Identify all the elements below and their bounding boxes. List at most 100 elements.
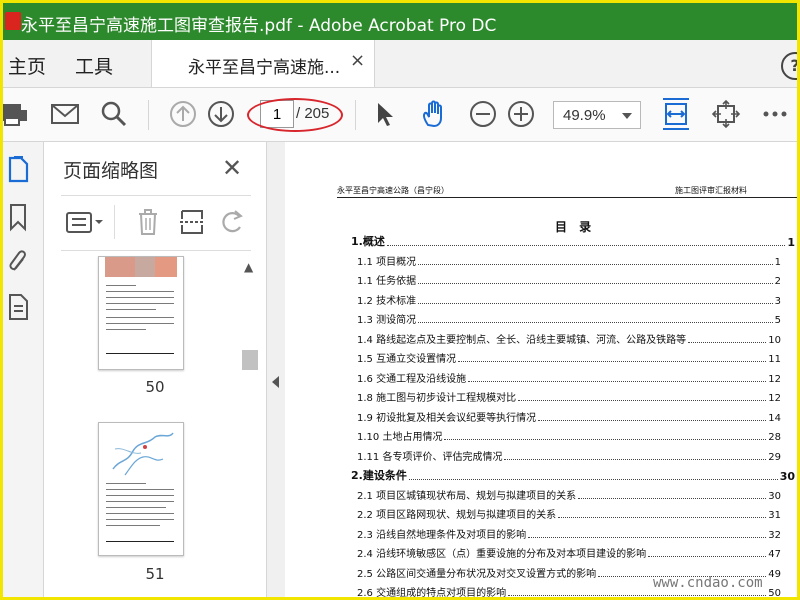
- toc-leader-dots: [578, 497, 767, 499]
- toc-entry-page: 50: [768, 588, 781, 599]
- toc-entry[interactable]: 1.2 技术标准 3: [357, 292, 781, 307]
- page-header-right: 施工图评审汇报材料: [675, 186, 747, 195]
- toc-entry-page: 14: [768, 412, 781, 424]
- toc-entry[interactable]: 1.概述 1: [351, 233, 795, 249]
- toc-entry[interactable]: 2.3 沿线自然地理条件及对项目的影响 32: [357, 526, 781, 541]
- toc-entry[interactable]: 1.8 施工图与初步设计工程规模对比 12: [357, 389, 781, 404]
- toc-entry[interactable]: 1.1 任务依据 2: [357, 272, 781, 287]
- more-options-icon[interactable]: [760, 99, 790, 129]
- toc-entry-title: 1.11 各专项评价、评估完成情况: [357, 451, 503, 463]
- toc-entry-page: 32: [768, 529, 781, 541]
- delete-pages-icon[interactable]: [135, 207, 161, 237]
- collapse-arrow-icon[interactable]: [272, 376, 279, 388]
- document-properties-icon[interactable]: [6, 292, 30, 322]
- toc-entry[interactable]: 2.建设条件 30: [351, 467, 795, 483]
- toc-leader-dots: [418, 283, 773, 284]
- email-icon[interactable]: [50, 99, 80, 129]
- thumbnail-page-number: 51: [145, 565, 165, 583]
- toc-entry[interactable]: 1.3 测设简况 5: [357, 311, 781, 326]
- toc-entry-page: 12: [768, 393, 781, 404]
- zoom-in-icon[interactable]: [506, 99, 536, 129]
- toc-entry[interactable]: 1.4 路线起迄点及主要控制点、全长、沿线主要城镇、河流、公路及铁路等 10: [357, 331, 781, 346]
- fit-width-icon[interactable]: [660, 97, 692, 131]
- toc-entry-title: 2.1 项目区城镇现状布局、规划与拟建项目的关系: [357, 490, 577, 502]
- scroll-up-icon[interactable]: ▲: [244, 260, 253, 274]
- toc-entry-page: 29: [768, 451, 781, 463]
- toc-entry[interactable]: 1.1 项目概况 1: [357, 253, 781, 268]
- bookmarks-icon[interactable]: [6, 202, 30, 232]
- page-thumbnails-icon[interactable]: [6, 155, 30, 185]
- help-icon[interactable]: ?: [781, 52, 797, 80]
- zoom-out-icon[interactable]: [468, 99, 498, 129]
- hand-tool-icon[interactable]: [419, 99, 449, 129]
- tab-tools[interactable]: 工具: [75, 52, 113, 79]
- toc-leader-dots: [648, 556, 767, 557]
- toc-entry-title: 1.1 项目概况: [357, 256, 417, 268]
- toolbar-divider: [114, 205, 115, 239]
- thumbnail-options-icon[interactable]: [65, 210, 105, 236]
- toc-leader-dots: [458, 361, 767, 362]
- toc-leader-dots: [386, 245, 786, 246]
- print-icon[interactable]: [3, 99, 33, 129]
- select-cursor-icon[interactable]: [370, 99, 400, 129]
- title-bar: 永平至昌宁高速施工图审查报告.pdf - Adobe Acrobat Pro D…: [3, 3, 797, 40]
- toolbar: / 205 49.9%: [3, 88, 797, 142]
- panel-collapse-splitter[interactable]: [266, 142, 286, 597]
- document-view[interactable]: 永平至昌宁高速公路（昌宁段） 施工图评审汇报材料 目 录 1.概述 1 1.1 项目…: [285, 142, 797, 599]
- toolbar-divider: [355, 100, 356, 130]
- next-page-icon[interactable]: [206, 99, 236, 129]
- thumbnail-page-51[interactable]: [98, 422, 184, 556]
- rotate-page-icon[interactable]: [219, 207, 247, 237]
- tab-home[interactable]: 主页: [8, 52, 46, 79]
- toc-entry-title: 1.8 施工图与初步设计工程规模对比: [357, 393, 517, 404]
- tab-document[interactable]: 永平至昌宁高速施... ×: [151, 40, 375, 87]
- zoom-level-dropdown[interactable]: 49.9%: [553, 101, 641, 129]
- toc-leader-dots: [444, 439, 767, 440]
- header-rule: [337, 197, 797, 198]
- thumbnail-page-50[interactable]: [98, 256, 184, 370]
- toc-entry-page: 28: [768, 432, 781, 443]
- close-panel-icon[interactable]: ✕: [222, 154, 242, 182]
- toc-leader-dots: [408, 479, 778, 480]
- search-icon[interactable]: [99, 99, 129, 129]
- page-number-highlight-annotation: [247, 98, 343, 132]
- thumbnails-scrollbar[interactable]: ▲: [240, 258, 260, 597]
- previous-page-icon[interactable]: [168, 99, 198, 129]
- toc-entry-page: 49: [768, 568, 781, 580]
- full-screen-icon[interactable]: [711, 99, 741, 129]
- toc-entry[interactable]: 2.1 项目区城镇现状布局、规划与拟建项目的关系 30: [357, 487, 781, 502]
- tab-bar: 主页 工具 永平至昌宁高速施... × ?: [3, 40, 797, 88]
- window-title: 永平至昌宁高速施工图审查报告.pdf - Adobe Acrobat Pro D…: [21, 16, 497, 36]
- toc-entry[interactable]: 1.11 各专项评价、评估完成情况 29: [357, 448, 781, 463]
- toc-entry[interactable]: 2.2 项目区路网现状、规划与拟建项目的关系 31: [357, 506, 781, 521]
- toc-entry[interactable]: 1.6 交通工程及沿线设施 12: [357, 370, 781, 385]
- panel-title: 页面缩略图: [63, 160, 159, 182]
- thumbnail-page-number: 50: [145, 378, 165, 396]
- toc-entry-page: 12: [768, 373, 781, 385]
- thumbnail-map-image: [112, 432, 174, 476]
- toc-entry-title: 1.5 互通立交设置情况: [357, 354, 457, 365]
- toc-entry-page: 1: [787, 236, 795, 249]
- toc-entry[interactable]: 2.4 沿线环境敏感区（点）重要设施的分布及对本项目建设的影响 47: [357, 545, 781, 560]
- toc-leader-dots: [528, 536, 767, 538]
- scrollbar-thumb[interactable]: [242, 350, 258, 370]
- toc-leader-dots: [468, 380, 767, 382]
- toc-entry[interactable]: 1.5 互通立交设置情况 11: [357, 350, 781, 365]
- toc-entry-page: 11: [768, 354, 781, 365]
- toc-leader-dots: [558, 517, 767, 518]
- toc-leader-dots: [418, 302, 773, 304]
- zoom-level-value: 49.9%: [563, 107, 606, 124]
- toc-entry[interactable]: 1.10 土地占用情况 28: [357, 428, 781, 443]
- close-tab-icon[interactable]: ×: [350, 50, 365, 71]
- toc-entry[interactable]: 1.9 初设批复及相关会议纪要等执行情况 14: [357, 409, 781, 424]
- extract-pages-icon[interactable]: [179, 207, 205, 237]
- toc-entry-page: 30: [768, 490, 781, 502]
- attachments-icon[interactable]: [6, 247, 30, 277]
- toc-entry-page: 31: [768, 510, 781, 521]
- toc-entry-title: 2.3 沿线自然地理条件及对项目的影响: [357, 529, 527, 541]
- toc-entry-title: 1.1 任务依据: [357, 276, 417, 287]
- toc-entry-page: 10: [768, 334, 781, 346]
- acrobat-logo-icon: [5, 12, 21, 30]
- navigation-rail: [3, 142, 44, 597]
- toc-leader-dots: [418, 263, 773, 265]
